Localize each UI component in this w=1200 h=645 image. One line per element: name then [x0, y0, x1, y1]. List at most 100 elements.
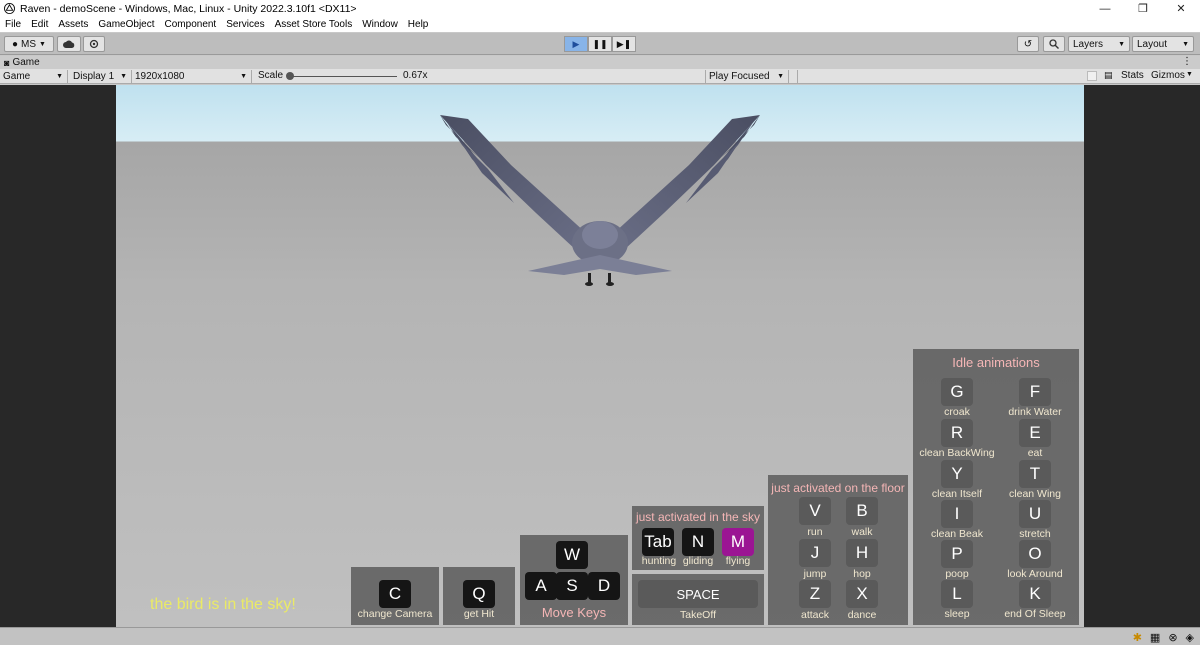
gliding-label: gliding [682, 555, 714, 567]
flying-label: flying [725, 555, 751, 567]
game-tab-row: ◙ Game ⋮ [0, 56, 1200, 69]
search-button[interactable] [1043, 36, 1065, 52]
key-n[interactable]: N [682, 528, 714, 556]
menu-component[interactable]: Component [165, 19, 217, 30]
key-m[interactable]: M [722, 528, 754, 556]
gizmos-toggle[interactable]: Gizmos [1151, 70, 1185, 81]
clean-itself-label: clean Itself [931, 488, 983, 500]
cloud-button[interactable] [57, 36, 81, 52]
chevron-down-icon[interactable]: ▼ [1186, 71, 1193, 78]
menu-edit[interactable]: Edit [31, 19, 48, 30]
title-bar: Raven - demoScene - Windows, Mac, Linux … [0, 0, 1200, 17]
minimize-button[interactable]: — [1086, 0, 1124, 17]
chevron-down-icon: ▼ [240, 73, 247, 80]
pause-button[interactable]: ❚❚ [588, 36, 612, 52]
takeoff-label: TakeOff [680, 609, 716, 621]
key-space[interactable]: SPACE [638, 580, 758, 608]
key-e[interactable]: E [1019, 419, 1051, 447]
drink-water-label: drink Water [1008, 406, 1062, 418]
cloud-icon [63, 40, 75, 48]
chevron-down-icon: ▼ [1182, 40, 1189, 48]
key-w[interactable]: W [556, 541, 588, 569]
key-f[interactable]: F [1019, 378, 1051, 406]
menu-asset-store-tools[interactable]: Asset Store Tools [275, 19, 353, 30]
key-tab[interactable]: Tab [642, 528, 674, 556]
game-mode-label: Game [3, 71, 31, 82]
key-c[interactable]: C [379, 580, 411, 608]
key-b[interactable]: B [846, 497, 878, 525]
scale-slider-track[interactable] [292, 76, 397, 77]
display-dropdown[interactable]: Display 1 ▼ [70, 70, 132, 83]
history-icon: ↺ [1023, 38, 1033, 50]
chevron-down-icon: ▼ [56, 73, 63, 80]
scale-slider-handle[interactable] [286, 72, 294, 80]
collab-button[interactable] [83, 36, 105, 52]
history-button[interactable]: ↺ [1017, 36, 1039, 52]
key-g[interactable]: G [941, 378, 973, 406]
more-options-icon[interactable]: ⋮ [1182, 56, 1192, 67]
stats-toggle[interactable]: Stats [1121, 70, 1144, 81]
key-v[interactable]: V [799, 497, 831, 525]
key-l[interactable]: L [941, 580, 973, 608]
clean-backwing-label: clean BackWing [919, 447, 995, 459]
key-r[interactable]: R [941, 419, 973, 447]
play-button[interactable]: ▶ [564, 36, 588, 52]
menu-gameobject[interactable]: GameObject [98, 19, 154, 30]
key-z[interactable]: Z [799, 580, 831, 608]
key-p[interactable]: P [941, 540, 973, 568]
clean-beak-label: clean Beak [931, 528, 983, 540]
move-keys-panel: W A S D Move Keys [520, 535, 628, 625]
database-icon[interactable]: ▦ [1150, 631, 1160, 644]
key-h[interactable]: H [846, 539, 878, 567]
layout-dropdown[interactable]: Layout ▼ [1132, 36, 1194, 52]
idle-panel-title: Idle animations [952, 355, 1040, 370]
sleep-label: sleep [944, 608, 970, 620]
account-dropdown[interactable]: ● MS ▼ [4, 36, 54, 52]
key-x[interactable]: X [846, 580, 878, 608]
game-controls-bar: Game ▼ Display 1 ▼ 1920x1080 ▼ Scale 0.6… [0, 69, 1200, 84]
hunting-label: hunting [641, 555, 677, 567]
sky-panel: just activated in the sky Tab N M huntin… [632, 506, 764, 570]
camera-label: change Camera [357, 608, 433, 620]
chevron-down-icon: ▼ [39, 40, 46, 48]
eat-label: eat [1027, 447, 1043, 459]
resolution-label: 1920x1080 [135, 71, 185, 82]
key-k[interactable]: K [1019, 580, 1051, 608]
key-o[interactable]: O [1019, 540, 1051, 568]
mute-audio-icon[interactable] [1087, 71, 1097, 81]
key-y[interactable]: Y [941, 460, 973, 488]
layers-dropdown[interactable]: Layers ▼ [1068, 36, 1130, 52]
play-focused-label: Play Focused [709, 71, 770, 82]
key-u[interactable]: U [1019, 500, 1051, 528]
play-controls: ▶ ❚❚ ▶❚ [564, 36, 636, 52]
key-a[interactable]: A [525, 572, 557, 600]
clean-wing-label: clean Wing [1009, 488, 1061, 500]
menu-window[interactable]: Window [362, 19, 398, 30]
step-button[interactable]: ▶❚ [612, 36, 636, 52]
resolution-dropdown[interactable]: 1920x1080 ▼ [132, 70, 252, 83]
menu-help[interactable]: Help [408, 19, 429, 30]
key-j[interactable]: J [799, 539, 831, 567]
key-t[interactable]: T [1019, 460, 1051, 488]
tray-icon[interactable]: ◈ [1186, 631, 1194, 644]
key-i[interactable]: I [941, 500, 973, 528]
maximize-button[interactable]: ❐ [1124, 0, 1162, 17]
menu-file[interactable]: File [5, 19, 21, 30]
sky-panel-title: just activated in the sky [635, 510, 761, 524]
tab-game[interactable]: Game [12, 57, 39, 68]
key-s[interactable]: S [556, 572, 588, 600]
toolbar-separator [797, 70, 807, 83]
play-focused-dropdown[interactable]: Play Focused ▼ [705, 70, 789, 83]
walk-label: walk [851, 526, 873, 538]
game-mode-dropdown[interactable]: Game ▼ [0, 70, 68, 83]
floor-panel: just activated on the floor V B run walk… [768, 475, 908, 625]
window-title: Raven - demoScene - Windows, Mac, Linux … [20, 2, 357, 15]
close-button[interactable]: ✕ [1162, 0, 1200, 17]
bug-icon[interactable]: ✱ [1133, 631, 1142, 644]
key-q[interactable]: Q [463, 580, 495, 608]
menu-assets[interactable]: Assets [58, 19, 88, 30]
key-d[interactable]: D [588, 572, 620, 600]
network-icon[interactable]: ⊗ [1168, 631, 1177, 644]
menu-services[interactable]: Services [226, 19, 264, 30]
stats-icon: ▤ [1104, 70, 1113, 80]
